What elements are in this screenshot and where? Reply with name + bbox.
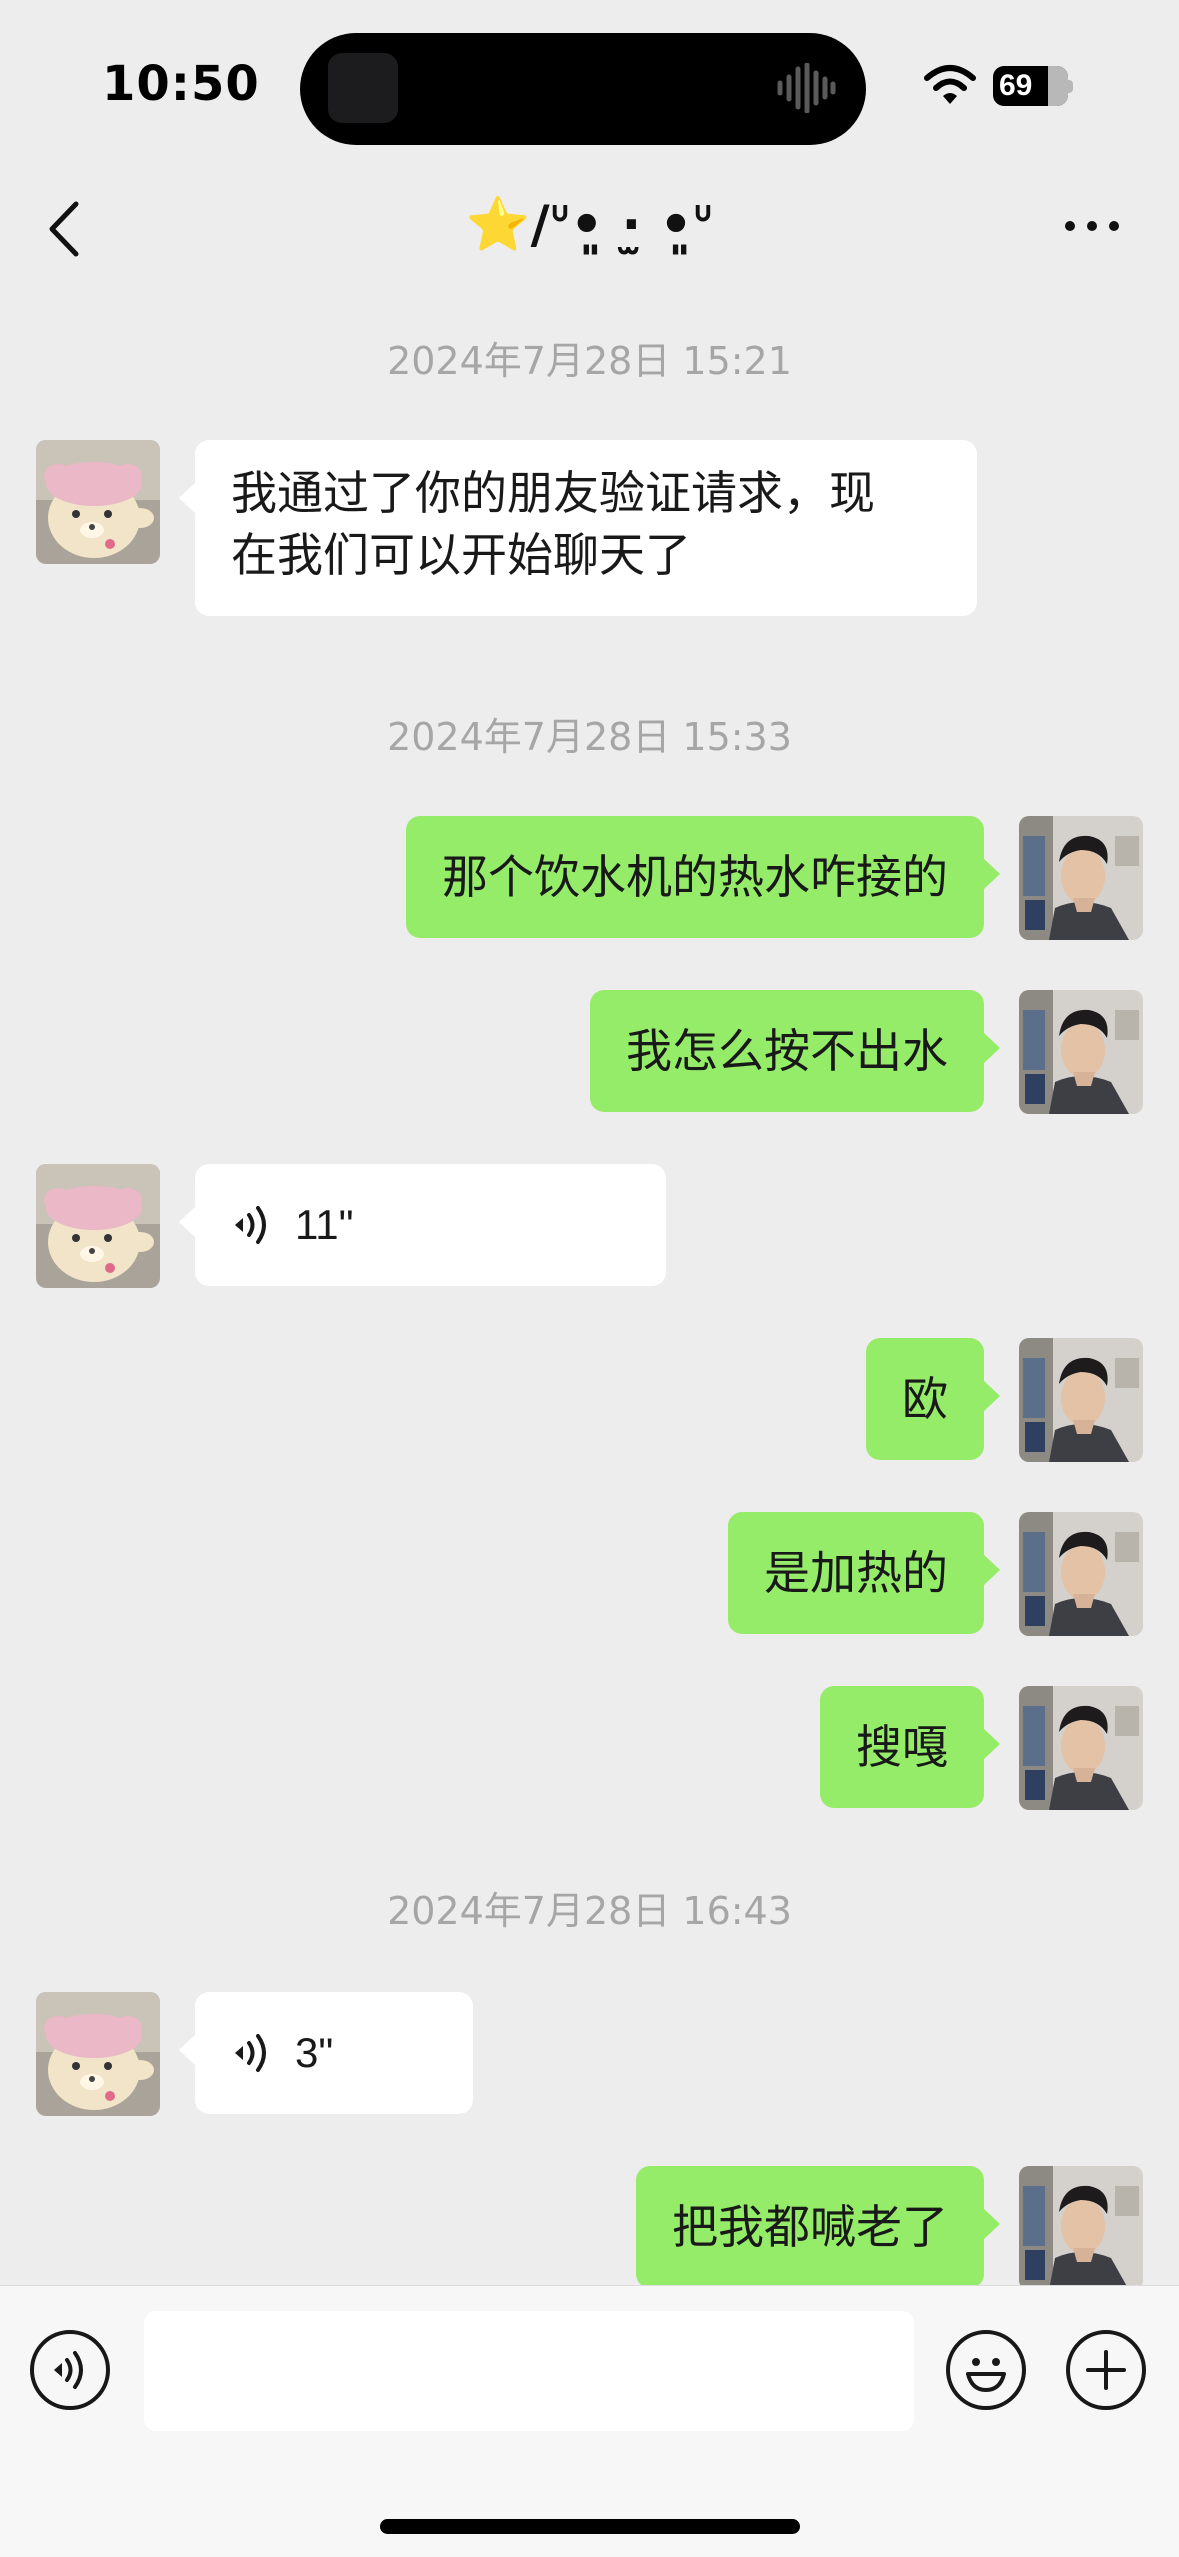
message-bubble-sent[interactable]: 欧: [866, 1338, 1000, 1460]
nav-bar: ⭐️/ᐡ•͈ ·̫ •͈ᐡ: [0, 170, 1179, 290]
timestamp: 2024年7月28日 16:43: [387, 1889, 792, 1933]
self-avatar[interactable]: [1019, 1338, 1143, 1462]
battery-level: 69: [999, 69, 1033, 102]
message-text: 把我都喊老了: [672, 2200, 948, 2254]
message-text: 我怎么按不出水: [626, 1024, 948, 1078]
chat-title: ⭐️/ᐡ•͈ ·̫ •͈ᐡ: [465, 195, 714, 255]
status-time: 10:50: [102, 56, 260, 112]
message-text: 在我们可以开始聊天了: [231, 528, 691, 582]
contact-avatar[interactable]: [36, 1164, 160, 1288]
timestamp: 2024年7月28日 15:33: [387, 715, 792, 759]
message-list[interactable]: 2024年7月28日 15:21 我通过了你的朋友验证请求，现 在我们可以开始聊…: [0, 290, 1179, 2285]
dynamic-island: [300, 33, 866, 145]
home-indicator[interactable]: [380, 2519, 800, 2534]
wifi-icon: [924, 65, 976, 104]
battery-tip: [1068, 80, 1073, 93]
plus-button[interactable]: [1066, 2330, 1146, 2410]
emoji-icon: [966, 2358, 1006, 2392]
self-avatar[interactable]: [1019, 990, 1143, 1114]
message-text: 搜嘎: [856, 1720, 948, 1774]
status-bar: 10:50 69: [0, 0, 1179, 170]
message-bubble-received[interactable]: 我通过了你的朋友验证请求，现 在我们可以开始聊天了: [179, 440, 977, 616]
voice-mode-button[interactable]: [30, 2330, 110, 2410]
battery-icon: 69: [993, 66, 1068, 106]
self-avatar[interactable]: [1019, 2166, 1143, 2285]
voice-mode-icon: [54, 2351, 83, 2389]
self-avatar[interactable]: [1019, 816, 1143, 940]
input-bar: [0, 2285, 1179, 2557]
voice-message-received[interactable]: 3": [179, 1992, 473, 2114]
voice-duration: 3": [295, 2029, 334, 2076]
self-avatar[interactable]: [1019, 1512, 1143, 1636]
message-text: 我通过了你的朋友验证请求，现: [231, 466, 875, 520]
voice-duration: 11": [295, 1201, 354, 1248]
message-bubble-sent[interactable]: 是加热的: [728, 1512, 1000, 1634]
message-text: 那个饮水机的热水咋接的: [442, 850, 948, 904]
contact-avatar[interactable]: [36, 440, 160, 564]
voice-wave-icon: [235, 2034, 266, 2072]
message-bubble-sent[interactable]: 我怎么按不出水: [590, 990, 1000, 1112]
message-input[interactable]: [144, 2311, 914, 2431]
emoji-button[interactable]: [946, 2330, 1026, 2410]
plus-icon: [1086, 2350, 1126, 2390]
timestamp: 2024年7月28日 15:21: [387, 339, 792, 383]
more-icon[interactable]: [1062, 206, 1122, 246]
contact-avatar[interactable]: [36, 1992, 160, 2116]
message-bubble-sent[interactable]: 搜嘎: [820, 1686, 1000, 1808]
camera-cutout: [328, 53, 398, 123]
voice-message-received[interactable]: 11": [179, 1164, 666, 1286]
message-bubble-sent[interactable]: 把我都喊老了: [636, 2166, 1000, 2285]
message-text: 欧: [902, 1372, 948, 1426]
self-avatar[interactable]: [1019, 1686, 1143, 1810]
message-text: 是加热的: [764, 1546, 948, 1600]
audio-wave-icon: [777, 63, 836, 113]
message-bubble-sent[interactable]: 那个饮水机的热水咋接的: [406, 816, 1000, 938]
voice-wave-icon: [235, 1206, 266, 1244]
